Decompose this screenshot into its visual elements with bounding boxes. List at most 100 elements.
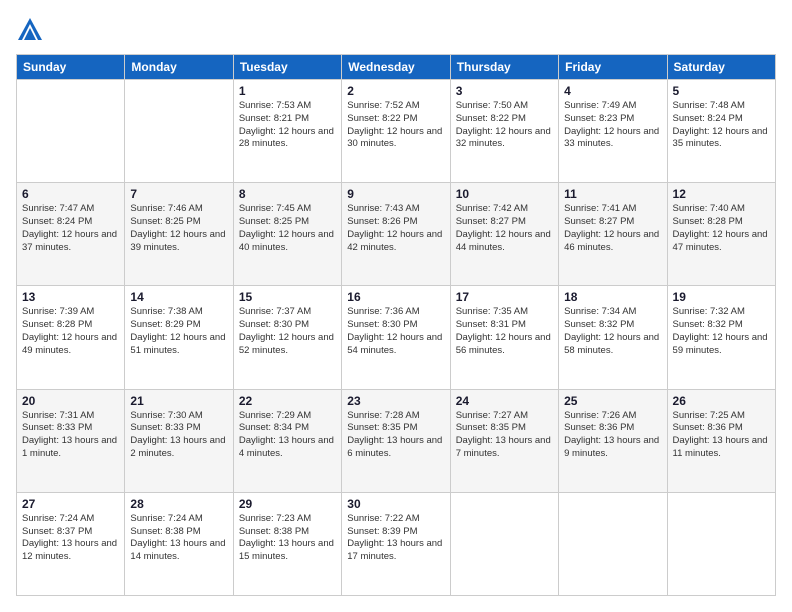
day-number: 22 <box>239 394 336 408</box>
day-number: 29 <box>239 497 336 511</box>
weekday-header-friday: Friday <box>559 55 667 80</box>
calendar-cell: 18Sunrise: 7:34 AMSunset: 8:32 PMDayligh… <box>559 286 667 389</box>
day-number: 26 <box>673 394 770 408</box>
day-info: Sunrise: 7:25 AMSunset: 8:36 PMDaylight:… <box>673 410 770 461</box>
day-info: Sunrise: 7:39 AMSunset: 8:28 PMDaylight:… <box>22 306 119 357</box>
day-info: Sunrise: 7:29 AMSunset: 8:34 PMDaylight:… <box>239 410 336 461</box>
page: SundayMondayTuesdayWednesdayThursdayFrid… <box>0 0 792 612</box>
day-number: 2 <box>347 84 444 98</box>
day-number: 24 <box>456 394 553 408</box>
calendar-cell: 26 Sunrise: 7:25 AMSunset: 8:36 PMDayligh… <box>667 389 775 492</box>
weekday-header-saturday: Saturday <box>667 55 775 80</box>
day-info: Sunrise: 7:49 AMSunset: 8:23 PMDaylight:… <box>564 100 661 151</box>
weekday-header-monday: Monday <box>125 55 233 80</box>
day-number: 1 <box>239 84 336 98</box>
calendar-cell: 20 Sunrise: 7:31 AMSunset: 8:33 PMDayligh… <box>17 389 125 492</box>
calendar-header: SundayMondayTuesdayWednesdayThursdayFrid… <box>17 55 776 80</box>
day-info: Sunrise: 7:28 AMSunset: 8:35 PMDaylight:… <box>347 410 444 461</box>
calendar-cell: 4 Sunrise: 7:49 AMSunset: 8:23 PMDaylight… <box>559 80 667 183</box>
day-info: Sunrise: 7:30 AMSunset: 8:33 PMDaylight:… <box>130 410 227 461</box>
day-info: Sunrise: 7:24 AMSunset: 8:38 PMDaylight:… <box>130 513 227 564</box>
day-info: Sunrise: 7:38 AMSunset: 8:29 PMDaylight:… <box>130 306 227 357</box>
calendar-cell: 2 Sunrise: 7:52 AMSunset: 8:22 PMDaylight… <box>342 80 450 183</box>
calendar-cell: 12 Sunrise: 7:40 AMSunset: 8:28 PMDayligh… <box>667 183 775 286</box>
day-info: Sunrise: 7:32 AMSunset: 8:32 PMDaylight:… <box>673 306 770 357</box>
day-info: Sunrise: 7:43 AMSunset: 8:26 PMDaylight:… <box>347 203 444 254</box>
calendar-cell: 30Sunrise: 7:22 AMSunset: 8:39 PMDayligh… <box>342 492 450 595</box>
calendar-body: 1 Sunrise: 7:53 AMSunset: 8:21 PMDaylight… <box>17 80 776 596</box>
day-info: Sunrise: 7:37 AMSunset: 8:30 PMDaylight:… <box>239 306 336 357</box>
day-info: Sunrise: 7:47 AMSunset: 8:24 PMDaylight:… <box>22 203 119 254</box>
calendar-cell: 9 Sunrise: 7:43 AMSunset: 8:26 PMDaylight… <box>342 183 450 286</box>
calendar-cell: 21 Sunrise: 7:30 AMSunset: 8:33 PMDayligh… <box>125 389 233 492</box>
day-number: 6 <box>22 187 119 201</box>
calendar-cell: 5Sunrise: 7:48 AMSunset: 8:24 PMDaylight… <box>667 80 775 183</box>
calendar-cell: 1 Sunrise: 7:53 AMSunset: 8:21 PMDaylight… <box>233 80 341 183</box>
day-info: Sunrise: 7:50 AMSunset: 8:22 PMDaylight:… <box>456 100 553 151</box>
calendar-cell: 15Sunrise: 7:37 AMSunset: 8:30 PMDayligh… <box>233 286 341 389</box>
header <box>16 16 776 44</box>
day-info: Sunrise: 7:35 AMSunset: 8:31 PMDaylight:… <box>456 306 553 357</box>
day-number: 10 <box>456 187 553 201</box>
day-info: Sunrise: 7:45 AMSunset: 8:25 PMDaylight:… <box>239 203 336 254</box>
day-number: 4 <box>564 84 661 98</box>
day-info: Sunrise: 7:36 AMSunset: 8:30 PMDaylight:… <box>347 306 444 357</box>
day-number: 21 <box>130 394 227 408</box>
logo-icon <box>16 16 44 44</box>
calendar-cell: 17 Sunrise: 7:35 AMSunset: 8:31 PMDayligh… <box>450 286 558 389</box>
calendar-cell: 8 Sunrise: 7:45 AMSunset: 8:25 PMDaylight… <box>233 183 341 286</box>
day-number: 19 <box>673 290 770 304</box>
day-number: 17 <box>456 290 553 304</box>
calendar-week-4: 20 Sunrise: 7:31 AMSunset: 8:33 PMDayligh… <box>17 389 776 492</box>
day-info: Sunrise: 7:24 AMSunset: 8:37 PMDaylight:… <box>22 513 119 564</box>
day-number: 27 <box>22 497 119 511</box>
calendar-week-2: 6 Sunrise: 7:47 AMSunset: 8:24 PMDaylight… <box>17 183 776 286</box>
calendar-cell <box>559 492 667 595</box>
day-number: 12 <box>673 187 770 201</box>
calendar-cell: 25 Sunrise: 7:26 AMSunset: 8:36 PMDayligh… <box>559 389 667 492</box>
day-info: Sunrise: 7:34 AMSunset: 8:32 PMDaylight:… <box>564 306 661 357</box>
weekday-header-sunday: Sunday <box>17 55 125 80</box>
day-number: 9 <box>347 187 444 201</box>
calendar-cell: 24 Sunrise: 7:27 AMSunset: 8:35 PMDayligh… <box>450 389 558 492</box>
calendar-cell: 28 Sunrise: 7:24 AMSunset: 8:38 PMDayligh… <box>125 492 233 595</box>
calendar-cell: 6 Sunrise: 7:47 AMSunset: 8:24 PMDaylight… <box>17 183 125 286</box>
calendar-cell: 14 Sunrise: 7:38 AMSunset: 8:29 PMDayligh… <box>125 286 233 389</box>
calendar-week-1: 1 Sunrise: 7:53 AMSunset: 8:21 PMDaylight… <box>17 80 776 183</box>
calendar-cell: 16Sunrise: 7:36 AMSunset: 8:30 PMDayligh… <box>342 286 450 389</box>
day-info: Sunrise: 7:46 AMSunset: 8:25 PMDaylight:… <box>130 203 227 254</box>
day-info: Sunrise: 7:27 AMSunset: 8:35 PMDaylight:… <box>456 410 553 461</box>
calendar-cell: 3 Sunrise: 7:50 AMSunset: 8:22 PMDaylight… <box>450 80 558 183</box>
calendar-cell <box>450 492 558 595</box>
day-number: 25 <box>564 394 661 408</box>
weekday-header-wednesday: Wednesday <box>342 55 450 80</box>
day-number: 28 <box>130 497 227 511</box>
logo <box>16 16 48 44</box>
calendar-cell: 27 Sunrise: 7:24 AMSunset: 8:37 PMDayligh… <box>17 492 125 595</box>
day-info: Sunrise: 7:31 AMSunset: 8:33 PMDaylight:… <box>22 410 119 461</box>
day-info: Sunrise: 7:52 AMSunset: 8:22 PMDaylight:… <box>347 100 444 151</box>
day-info: Sunrise: 7:23 AMSunset: 8:38 PMDaylight:… <box>239 513 336 564</box>
day-number: 30 <box>347 497 444 511</box>
calendar-cell <box>17 80 125 183</box>
calendar-cell: 19 Sunrise: 7:32 AMSunset: 8:32 PMDayligh… <box>667 286 775 389</box>
weekday-row: SundayMondayTuesdayWednesdayThursdayFrid… <box>17 55 776 80</box>
day-number: 14 <box>130 290 227 304</box>
day-number: 11 <box>564 187 661 201</box>
day-number: 20 <box>22 394 119 408</box>
day-info: Sunrise: 7:41 AMSunset: 8:27 PMDaylight:… <box>564 203 661 254</box>
calendar-cell: 23 Sunrise: 7:28 AMSunset: 8:35 PMDayligh… <box>342 389 450 492</box>
day-number: 8 <box>239 187 336 201</box>
weekday-header-thursday: Thursday <box>450 55 558 80</box>
day-info: Sunrise: 7:42 AMSunset: 8:27 PMDaylight:… <box>456 203 553 254</box>
calendar-cell <box>125 80 233 183</box>
day-info: Sunrise: 7:53 AMSunset: 8:21 PMDaylight:… <box>239 100 336 151</box>
day-number: 23 <box>347 394 444 408</box>
day-number: 13 <box>22 290 119 304</box>
calendar-cell: 7Sunrise: 7:46 AMSunset: 8:25 PMDaylight… <box>125 183 233 286</box>
calendar-cell: 29 Sunrise: 7:23 AMSunset: 8:38 PMDayligh… <box>233 492 341 595</box>
day-info: Sunrise: 7:26 AMSunset: 8:36 PMDaylight:… <box>564 410 661 461</box>
day-number: 3 <box>456 84 553 98</box>
calendar-week-5: 27 Sunrise: 7:24 AMSunset: 8:37 PMDayligh… <box>17 492 776 595</box>
day-info: Sunrise: 7:40 AMSunset: 8:28 PMDaylight:… <box>673 203 770 254</box>
